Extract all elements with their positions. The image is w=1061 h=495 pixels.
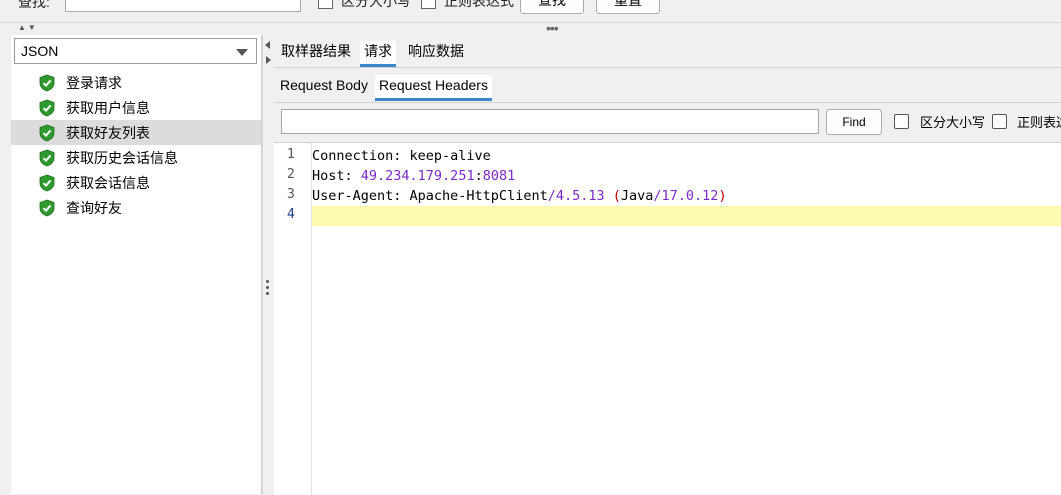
tree-item[interactable]: 获取历史会话信息 [11, 145, 261, 170]
result-tree: 登录请求获取用户信息 获取好友列表获取历史会话信息 获取会话信息 查询好友 [11, 70, 261, 220]
line-number: 3 [287, 187, 295, 202]
search-label: 查找: [18, 0, 50, 10]
success-shield-icon [38, 174, 56, 192]
code-line[interactable]: User-Agent: Apache-HttpClient/4.5.13 (Ja… [312, 186, 1061, 206]
detail-panel: 取样器结果 请求 响应数据 Request Body Request Heade… [274, 35, 1061, 495]
result-tree-panel: JSON 登录请求获取用户信息 获取好友列表获取历史会话信息 获取会话信息 查询好友 [11, 35, 262, 494]
regex-checkbox[interactable] [992, 114, 1007, 129]
splitter-grip-icon[interactable] [266, 280, 269, 298]
line-number: 1 [287, 147, 295, 162]
case-sensitive-checkbox[interactable] [894, 114, 909, 129]
tree-item-label: 获取用户信息 [66, 100, 150, 116]
success-shield-icon [38, 124, 56, 142]
code-token: Connection: keep-alive [312, 148, 491, 164]
chevron-down-icon [236, 49, 248, 56]
drag-handle-icon[interactable]: ••• [546, 20, 559, 36]
tree-item-label: 获取好友列表 [66, 125, 150, 141]
search-toolbar: 查找: 区分大小写 正则表达式 查找 重置 [0, 0, 1061, 22]
tree-item[interactable]: 获取好友列表 [11, 120, 261, 145]
tree-item-label: 获取历史会话信息 [66, 150, 178, 166]
case-sensitive-label: 区分大小写 [341, 0, 411, 9]
headers-editor[interactable]: 1 2 3 4 Connection: keep-alive Host: 49.234.… [274, 142, 1061, 495]
reset-button[interactable]: 重置 [596, 0, 660, 14]
code-token: Java [620, 188, 654, 204]
case-sensitive-checkbox[interactable] [318, 0, 333, 9]
tree-item[interactable]: 查询好友 [11, 195, 261, 220]
collapse-arrows-icon[interactable]: ▲▼ [18, 23, 38, 32]
main-tabs: 取样器结果 请求 响应数据 [274, 35, 1061, 68]
code-token: 49.234.179.251 [360, 168, 475, 184]
tree-item-label: 查询好友 [66, 200, 122, 216]
collapse-left-icon[interactable] [265, 41, 270, 49]
tree-item-label: 获取会话信息 [66, 175, 150, 191]
format-select[interactable]: JSON [14, 38, 257, 64]
code-line[interactable] [312, 206, 1061, 226]
tab-request[interactable]: 请求 [360, 41, 396, 67]
tab-request-headers[interactable]: Request Headers [375, 75, 492, 101]
find-bar: Find 区分大小写 正则表达 [274, 103, 1061, 141]
tree-item[interactable]: 获取用户信息 [11, 95, 261, 120]
code-token: : [474, 168, 483, 184]
tab-response-data[interactable]: 响应数据 [404, 41, 468, 65]
code-token: ) [718, 188, 727, 204]
tree-item[interactable]: 登录请求 [11, 70, 261, 95]
success-shield-icon [38, 99, 56, 117]
tree-item[interactable]: 获取会话信息 [11, 170, 261, 195]
code-line[interactable]: Host: 49.234.179.251:8081 [312, 166, 1061, 186]
code-token: ( [612, 188, 621, 204]
tab-request-body[interactable]: Request Body [276, 75, 372, 99]
collapse-right-icon[interactable] [266, 56, 271, 64]
success-shield-icon [38, 74, 56, 92]
search-input[interactable] [65, 0, 301, 12]
regex-label: 正则表达式 [444, 0, 514, 9]
code-line[interactable]: Connection: keep-alive [312, 146, 1061, 166]
find-input[interactable] [281, 109, 819, 134]
regex-checkbox[interactable] [421, 0, 436, 9]
splitter[interactable] [262, 35, 274, 494]
tab-sampler-result[interactable]: 取样器结果 [277, 41, 355, 65]
line-number-gutter: 1 2 3 4 [274, 143, 312, 495]
tree-item-label: 登录请求 [66, 75, 122, 91]
format-select-value: JSON [21, 43, 59, 59]
success-shield-icon [38, 199, 56, 217]
case-sensitive-label: 区分大小写 [920, 115, 986, 130]
success-shield-icon [38, 149, 56, 167]
request-subtabs: Request Body Request Headers [274, 68, 1061, 103]
code-token: User-Agent: Apache-HttpClient [312, 188, 548, 204]
find-button[interactable]: Find [826, 109, 882, 135]
line-number: 2 [287, 167, 295, 182]
code-token: /17.0.12 [653, 188, 719, 204]
regex-label: 正则表达 [1017, 115, 1061, 130]
divider [0, 22, 1061, 23]
code-token: 8081 [482, 168, 516, 184]
code-token: Host: [312, 168, 361, 184]
line-number: 4 [287, 207, 295, 222]
find-top-button[interactable]: 查找 [520, 0, 584, 14]
code-token: /4.5.13 [547, 188, 605, 204]
